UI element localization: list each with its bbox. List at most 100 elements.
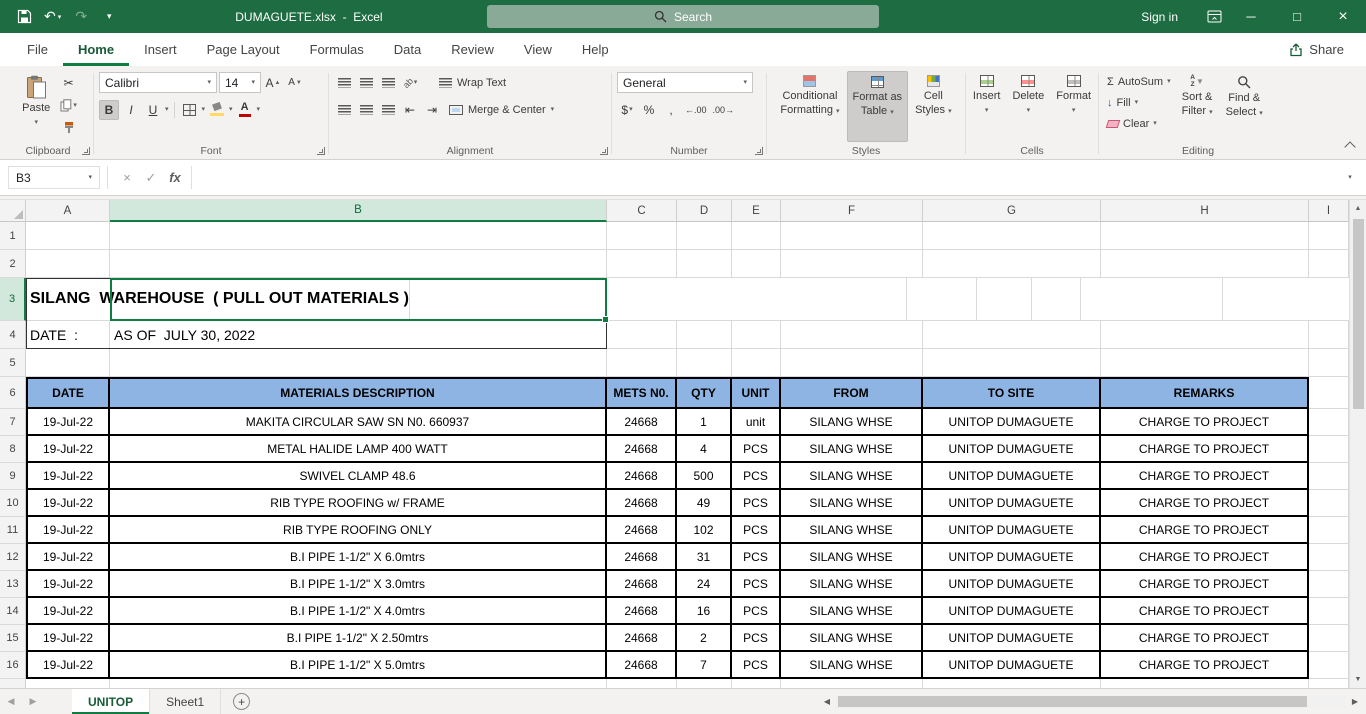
customize-qat-button[interactable]: ▾ [95,0,123,33]
table-cell[interactable]: 24668 [607,463,677,490]
cell[interactable] [1309,571,1349,598]
table-cell[interactable]: 19-Jul-22 [26,625,110,652]
table-cell[interactable]: unit [732,409,781,436]
tab-help[interactable]: Help [567,33,624,66]
decrease-indent-button[interactable]: ⇤ [400,100,420,120]
table-cell[interactable]: 19-Jul-22 [26,652,110,679]
cell[interactable] [1309,598,1349,625]
cell[interactable] [907,278,977,321]
font-dialog-launcher[interactable] [317,147,325,155]
table-cell[interactable]: UNITOP DUMAGUETE [923,463,1101,490]
table-cell[interactable]: SILANG WHSE [781,598,923,625]
cancel-button[interactable]: × [115,166,139,189]
horizontal-scroll-track[interactable] [836,695,1346,708]
scroll-up-button[interactable]: ▲ [1350,200,1366,217]
italic-button[interactable]: I [121,100,141,120]
table-cell[interactable]: SILANG WHSE [781,436,923,463]
cell[interactable] [781,679,923,688]
table-cell[interactable]: 500 [677,463,732,490]
table-cell[interactable]: PCS [732,490,781,517]
cell[interactable] [1309,544,1349,571]
vertical-scroll-thumb[interactable] [1353,219,1364,409]
table-cell[interactable]: CHARGE TO PROJECT [1101,571,1309,598]
tab-formulas[interactable]: Formulas [295,33,379,66]
table-cell[interactable]: UNITOP DUMAGUETE [923,436,1101,463]
table-cell[interactable]: 24668 [607,490,677,517]
column-header-A[interactable]: A [26,200,110,222]
merge-center-button[interactable]: Merge & Center▾ [444,100,559,120]
row-header-15[interactable]: 15 [0,625,26,652]
table-cell[interactable]: 19-Jul-22 [26,490,110,517]
table-cell[interactable]: 24668 [607,436,677,463]
column-header-I[interactable]: I [1309,200,1349,222]
cell[interactable] [110,250,607,278]
cell[interactable] [677,349,732,377]
cell[interactable] [1309,222,1349,250]
table-cell[interactable]: UNITOP DUMAGUETE [923,571,1101,598]
cell[interactable] [1309,349,1349,377]
table-cell[interactable]: UNITOP DUMAGUETE [923,490,1101,517]
search-box[interactable]: Search [487,5,879,28]
cell[interactable] [1309,321,1349,349]
table-cell[interactable]: RIB TYPE ROOFING ONLY [110,517,607,544]
align-left-button[interactable] [334,100,354,120]
cell-styles-button[interactable]: CellStyles ▾ [910,71,957,142]
cell[interactable] [1309,409,1349,436]
row-header-13[interactable]: 13 [0,571,26,598]
table-cell[interactable]: 24668 [607,652,677,679]
cell[interactable] [26,222,110,250]
table-cell[interactable]: B.I PIPE 1-1/2" X 5.0mtrs [110,652,607,679]
maximize-button[interactable]: □ [1274,0,1320,33]
table-cell[interactable]: PCS [732,517,781,544]
row-header-6[interactable]: 6 [0,377,26,409]
table-cell[interactable]: 19-Jul-22 [26,544,110,571]
table-cell[interactable]: 4 [677,436,732,463]
hscroll-right-button[interactable]: ▶ [1346,697,1364,706]
table-cell[interactable]: UNITOP DUMAGUETE [923,598,1101,625]
comma-style-button[interactable]: , [661,100,681,120]
table-cell[interactable]: UNITOP DUMAGUETE [923,517,1101,544]
hscroll-left-button[interactable]: ◀ [818,697,836,706]
column-header-E[interactable]: E [732,200,781,222]
table-header-unit[interactable]: UNIT [732,377,781,409]
copy-dropdown-icon[interactable]: ▾ [73,102,77,109]
table-cell[interactable]: MAKITA CIRCULAR SAW SN N0. 660937 [110,409,607,436]
cell[interactable] [781,349,923,377]
tab-home[interactable]: Home [63,33,129,66]
table-cell[interactable]: B.I PIPE 1-1/2" X 6.0mtrs [110,544,607,571]
table-cell[interactable]: 24668 [607,571,677,598]
number-format-select[interactable]: General▾ [617,72,753,93]
table-header-qty[interactable]: QTY [677,377,732,409]
cell[interactable] [1081,278,1223,321]
table-cell[interactable]: UNITOP DUMAGUETE [923,409,1101,436]
column-header-D[interactable]: D [677,200,732,222]
horizontal-scroll-thumb[interactable] [838,696,1307,707]
table-cell[interactable]: PCS [732,571,781,598]
row-header-4[interactable]: 4 [0,321,26,349]
tab-file[interactable]: File [12,33,63,66]
horizontal-scrollbar[interactable]: ◀ ▶ [818,689,1366,714]
row-header-17[interactable] [0,679,26,688]
cell[interactable] [1101,222,1309,250]
cell[interactable] [1309,377,1349,409]
align-center-button[interactable] [356,100,376,120]
cell[interactable] [607,349,677,377]
underline-button[interactable]: U [143,100,163,120]
table-cell[interactable]: CHARGE TO PROJECT [1101,436,1309,463]
format-cells-button[interactable]: Format ▾ [1051,71,1096,142]
cell[interactable] [607,321,677,349]
table-header-materials-description[interactable]: MATERIALS DESCRIPTION [110,377,607,409]
cell[interactable] [677,321,732,349]
cell[interactable] [732,679,781,688]
cell[interactable] [1309,679,1349,688]
row-header-1[interactable]: 1 [0,222,26,250]
accounting-format-button[interactable]: $▾ [617,100,637,120]
tab-insert[interactable]: Insert [129,33,192,66]
table-header-from[interactable]: FROM [781,377,923,409]
orientation-button[interactable]: ab▾ [400,73,420,93]
table-cell[interactable]: PCS [732,436,781,463]
fill-color-button[interactable] [207,100,227,120]
table-cell[interactable]: CHARGE TO PROJECT [1101,490,1309,517]
number-dialog-launcher[interactable] [755,147,763,155]
cell[interactable]: SILANG WAREHOUSE ( PULL OUT MATERIALS ) [26,278,410,321]
